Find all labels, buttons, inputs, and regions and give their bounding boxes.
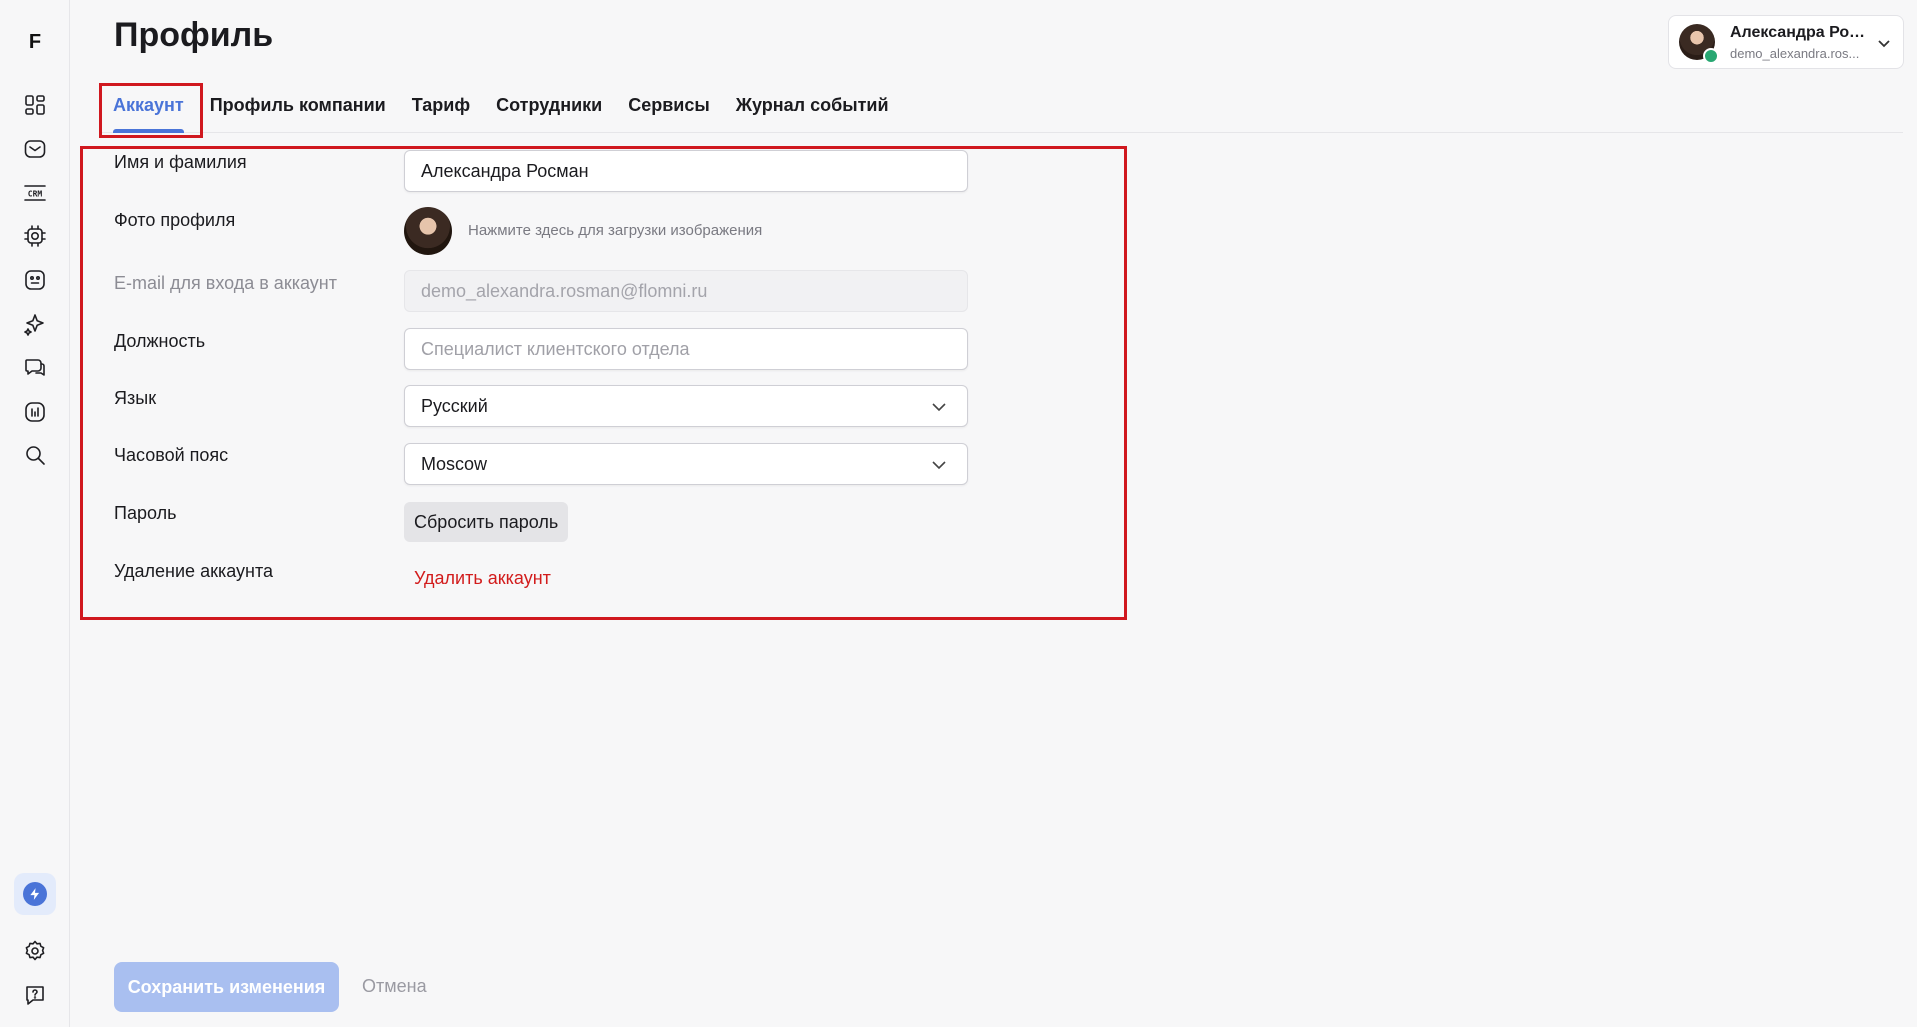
app-root: F CRM Профиль Александра Рос... demo_ale… (0, 0, 1917, 1027)
chevron-down-icon (931, 399, 947, 415)
user-login: demo_alexandra.ros... (1730, 45, 1860, 61)
tab-employees[interactable]: Сотрудники (483, 85, 615, 133)
settings-icon[interactable] (19, 935, 51, 967)
lightning-icon (23, 882, 47, 906)
chevron-down-icon (931, 457, 947, 473)
crm-icon[interactable]: CRM (19, 177, 51, 209)
position-input[interactable] (404, 328, 968, 370)
mail-icon[interactable] (19, 133, 51, 165)
analytics-icon[interactable] (19, 396, 51, 428)
language-value: Русский (421, 395, 488, 416)
user-name: Александра Рос... (1730, 23, 1870, 41)
chat-icon[interactable] (19, 352, 51, 384)
save-changes-button[interactable]: Сохранить изменения (114, 962, 339, 1012)
email-label: E-mail для входа в аккаунт (114, 273, 337, 293)
tab-account[interactable]: Аккаунт (100, 85, 197, 133)
sparkle-icon[interactable] (19, 308, 51, 340)
timezone-value: Moscow (421, 453, 488, 474)
chevron-down-icon (1877, 36, 1891, 50)
help-icon[interactable] (19, 979, 51, 1011)
app-logo[interactable]: F (22, 30, 48, 54)
tab-services[interactable]: Сервисы (615, 85, 723, 133)
delete-account-label: Удаление аккаунта (114, 561, 274, 581)
photo-label: Фото профиля (114, 210, 236, 230)
avatar (1679, 24, 1719, 64)
highlight-form-box (80, 146, 1127, 620)
reset-password-button[interactable]: Сбросить пароль (404, 502, 569, 542)
profile-photo[interactable] (404, 207, 452, 255)
timezone-select[interactable]: Moscow (404, 443, 968, 485)
photo-upload-hint[interactable]: Нажмите здесь для загрузки изображения (468, 222, 762, 239)
password-label: Пароль (114, 503, 177, 523)
tab-company-profile[interactable]: Профиль компании (197, 85, 399, 133)
search-icon[interactable] (19, 439, 51, 471)
cancel-button[interactable]: Отмена (362, 976, 427, 997)
email-field: demo_alexandra.rosman@flomni.ru (404, 270, 968, 312)
tab-tariff[interactable]: Тариф (399, 85, 483, 133)
sidebar: F CRM (0, 0, 70, 1027)
dashboard-icon[interactable] (19, 89, 51, 121)
name-label: Имя и фамилия (114, 152, 247, 172)
full-name-input[interactable] (404, 150, 968, 192)
boost-icon[interactable] (14, 873, 56, 915)
user-menu[interactable]: Александра Рос... demo_alexandra.ros... (1668, 15, 1904, 69)
profile-tabs: Аккаунт Профиль компании Тариф Сотрудник… (100, 85, 1903, 133)
language-label: Язык (114, 388, 157, 408)
user-info: Александра Рос... demo_alexandra.ros... (1730, 24, 1870, 61)
online-status-dot (1703, 48, 1719, 64)
svg-text:CRM: CRM (28, 190, 43, 199)
bot-icon[interactable] (19, 264, 51, 296)
language-select[interactable]: Русский (404, 385, 968, 427)
timezone-label: Часовой пояс (114, 445, 229, 465)
position-label: Должность (114, 331, 206, 351)
tab-event-log[interactable]: Журнал событий (723, 85, 902, 133)
delete-account-link[interactable]: Удалить аккаунт (414, 568, 551, 589)
page-title: Профиль (114, 16, 274, 54)
chip-icon[interactable] (19, 220, 51, 252)
